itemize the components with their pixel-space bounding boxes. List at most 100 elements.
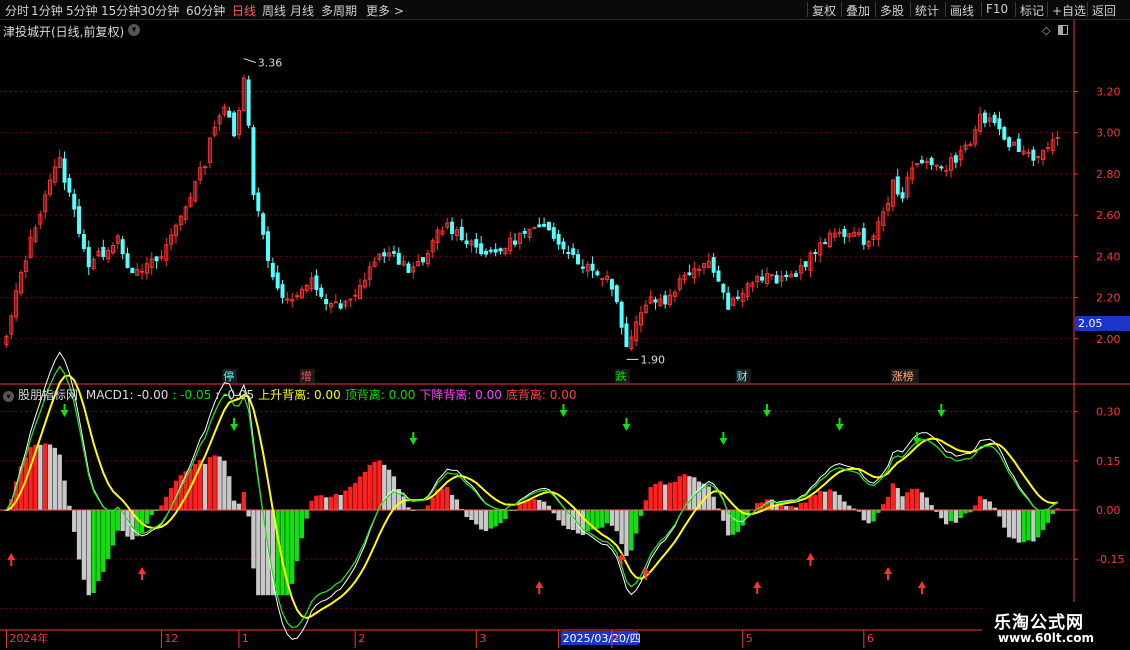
watermark-title: 乐淘公式网	[994, 613, 1084, 633]
macd-bar	[1050, 510, 1055, 514]
candle-body	[721, 283, 726, 293]
macd-bar	[842, 501, 847, 510]
macd-tick-label: 0.15	[1096, 455, 1121, 468]
macd-tick-label: -0.15	[1096, 553, 1124, 566]
macd-bar	[977, 496, 983, 510]
indicator-header: ▾ 股朋指标网 MACD1: -0.00: -0.05: -0.05 上升背离: 0…	[3, 386, 584, 403]
macd-bar	[314, 495, 319, 510]
candle-body	[81, 234, 86, 249]
macd-bar	[667, 482, 673, 510]
macd-bar	[86, 510, 91, 596]
macd-bar	[115, 510, 121, 531]
macd-bar	[430, 497, 435, 510]
candle-body	[513, 240, 518, 245]
macd-bar	[910, 488, 915, 510]
macd-bar	[546, 505, 552, 510]
high-marker	[243, 58, 256, 64]
down-arrow-icon	[409, 432, 418, 445]
macd-bar	[367, 464, 372, 510]
macd-bar	[357, 476, 363, 510]
macd-bar	[236, 503, 242, 510]
macd-bar	[527, 499, 532, 510]
x-axis-label: 2024年	[9, 631, 48, 645]
candle-body	[813, 251, 818, 255]
chevron-down-icon[interactable]: ▾	[3, 391, 14, 402]
macd-bar	[532, 499, 537, 510]
candle-body	[86, 247, 91, 268]
macd-bar	[784, 505, 789, 510]
candle-body	[261, 213, 266, 235]
candle-body	[1036, 155, 1041, 158]
macd-bar	[818, 490, 823, 510]
candle-body	[624, 323, 629, 348]
macd-bar	[958, 510, 963, 519]
macd-bar	[1026, 510, 1031, 541]
macd-bar	[779, 505, 784, 510]
candle-body	[697, 268, 702, 271]
macd-bar	[333, 494, 338, 510]
macd-bar	[493, 510, 498, 527]
macd-bar	[1021, 510, 1026, 543]
candle-body	[522, 230, 527, 234]
candle-body	[619, 301, 624, 328]
macd-bar	[38, 444, 43, 510]
candle-body	[687, 272, 692, 276]
candle-body	[600, 278, 605, 281]
candle-body	[944, 169, 949, 172]
x-axis-label: 2	[358, 632, 365, 645]
macd-bar	[1011, 510, 1017, 539]
macd-bar	[595, 510, 600, 529]
macd-bar	[619, 510, 624, 545]
macd-bar	[42, 443, 48, 510]
macd-bar	[948, 510, 954, 522]
macd-bar	[478, 510, 484, 530]
candle-body	[232, 112, 237, 137]
candle-body	[861, 228, 866, 245]
macd-bar	[881, 504, 886, 510]
candle-body	[62, 158, 67, 183]
x-axis-label: 6	[867, 632, 874, 645]
macd-bar	[47, 444, 53, 510]
candle-body	[823, 242, 828, 245]
macd-bar	[372, 461, 377, 510]
macd-bar	[498, 510, 503, 524]
candle-body	[333, 301, 338, 304]
macd-bar	[561, 510, 566, 526]
candle-body	[353, 294, 358, 297]
indicator-name[interactable]: 股朋指标网	[18, 388, 78, 402]
down-arrow-icon	[60, 404, 69, 417]
macd-bar	[469, 510, 474, 520]
price-tick-label: 2.40	[1096, 250, 1121, 263]
macd-bar	[401, 496, 406, 510]
candle-body	[900, 192, 905, 199]
macd-bar	[885, 496, 891, 510]
macd-bar	[963, 510, 968, 514]
macd-bar	[861, 510, 866, 521]
macd-bar	[256, 510, 261, 596]
candle-body	[1002, 127, 1007, 140]
macd-bar	[246, 510, 251, 517]
x-axis-label: 3	[479, 632, 486, 645]
candle-body	[130, 267, 135, 274]
up-arrow-icon	[138, 567, 147, 580]
event-label: 跌	[616, 369, 627, 383]
macd-bar	[624, 510, 629, 557]
candle-body	[125, 253, 130, 268]
candle-body	[275, 272, 280, 289]
macd-bar	[798, 502, 804, 510]
macd-bar	[1045, 510, 1051, 523]
diamond-icon[interactable]: ◇	[1042, 24, 1050, 37]
macd-bar	[149, 510, 154, 516]
macd-bar	[711, 496, 716, 510]
chevron-down-icon[interactable]: ▾	[128, 24, 140, 36]
macd-bar	[81, 510, 87, 580]
up-arrow-icon	[806, 553, 815, 566]
down-arrow-icon	[937, 404, 946, 417]
macd-bar	[488, 510, 494, 529]
overlay-icon[interactable]	[1058, 25, 1068, 35]
macd-bar	[110, 510, 116, 546]
price-tick-label: 2.60	[1096, 209, 1121, 222]
macd-bar	[483, 510, 489, 531]
macd-histogram	[4, 443, 1060, 596]
indicator-value: MACD1: -0.00	[85, 388, 169, 402]
